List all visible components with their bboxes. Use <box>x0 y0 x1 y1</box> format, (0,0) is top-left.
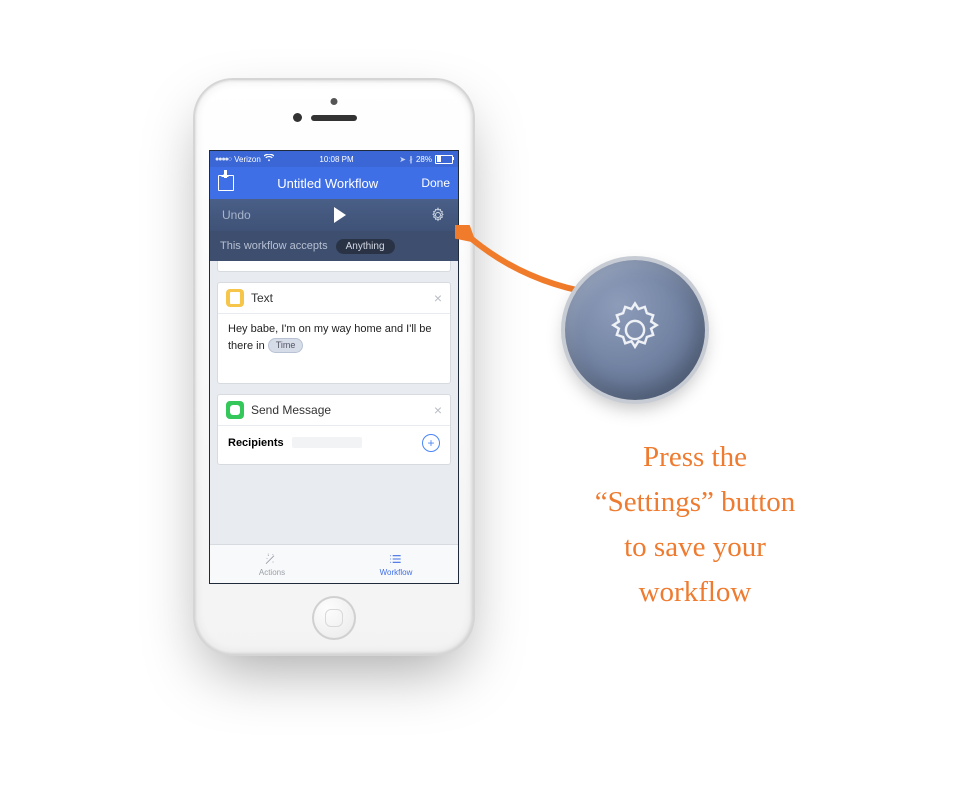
play-icon[interactable] <box>334 207 346 223</box>
text-action-icon <box>226 289 244 307</box>
tab-label: Actions <box>259 568 285 577</box>
home-button[interactable] <box>312 596 356 640</box>
share-icon[interactable] <box>218 175 234 191</box>
card-title: Send Message <box>251 403 427 417</box>
messages-app-icon <box>226 401 244 419</box>
list-icon <box>388 552 404 566</box>
gear-icon <box>600 295 670 365</box>
add-recipient-button[interactable]: + <box>422 434 440 452</box>
text-card-body[interactable]: Hey babe, I'm on my way home and I'll be… <box>218 314 450 383</box>
editor-toolbar: Undo <box>210 199 458 231</box>
location-icon: ➤ <box>399 155 406 164</box>
nav-header: Untitled Workflow Done <box>210 167 458 199</box>
caption-line: Press the <box>535 435 855 480</box>
status-bar: ●●●●○ Verizon 10:08 PM ➤ ∦ 28% <box>210 151 458 167</box>
battery-pct-label: 28% <box>416 155 432 164</box>
workflow-title[interactable]: Untitled Workflow <box>277 176 378 191</box>
close-icon[interactable]: × <box>434 403 442 417</box>
proximity-sensor <box>331 98 338 105</box>
text-content: Hey babe, I'm on my way home and I'll be… <box>228 323 432 352</box>
phone-device-frame: ●●●●○ Verizon 10:08 PM ➤ ∦ 28% Untitled <box>195 80 473 654</box>
accepts-bar: This workflow accepts Anything <box>210 231 458 261</box>
previous-card-stub <box>217 261 451 272</box>
wifi-icon <box>264 154 274 164</box>
clock-label: 10:08 PM <box>319 155 353 164</box>
done-button[interactable]: Done <box>421 176 450 190</box>
tab-actions[interactable]: Actions <box>210 545 334 583</box>
bluetooth-icon: ∦ <box>409 155 413 164</box>
variable-token-time[interactable]: Time <box>268 338 304 353</box>
recipient-redacted <box>292 437 362 448</box>
settings-callout-bubble <box>565 260 705 400</box>
caption-line: “Settings” button <box>535 480 855 525</box>
recipients-label: Recipients <box>228 437 284 449</box>
workflow-canvas[interactable]: Text × Hey babe, I'm on my way home and … <box>210 261 458 545</box>
card-title: Text <box>251 291 427 305</box>
signal-dots-icon: ●●●●○ <box>215 156 231 163</box>
carrier-label: Verizon <box>234 155 261 164</box>
undo-button[interactable]: Undo <box>222 208 251 222</box>
action-card-send-message[interactable]: Send Message × Recipients + <box>217 394 451 465</box>
bottom-tab-bar: Actions Workflow <box>210 544 458 583</box>
wand-icon <box>264 552 280 566</box>
caption-line: workflow <box>535 570 855 615</box>
phone-screen: ●●●●○ Verizon 10:08 PM ➤ ∦ 28% Untitled <box>209 150 459 584</box>
action-card-text[interactable]: Text × Hey babe, I'm on my way home and … <box>217 282 451 384</box>
tab-label: Workflow <box>380 568 413 577</box>
close-icon[interactable]: × <box>434 291 442 305</box>
earpiece <box>311 115 357 121</box>
front-camera <box>293 113 302 122</box>
battery-icon <box>435 155 453 164</box>
settings-button[interactable] <box>430 207 446 223</box>
accepts-value[interactable]: Anything <box>336 239 395 254</box>
caption-line: to save your <box>535 525 855 570</box>
accepts-prefix: This workflow accepts <box>220 240 328 252</box>
tab-workflow[interactable]: Workflow <box>334 545 458 583</box>
gear-icon <box>430 207 446 223</box>
annotation-caption: Press the “Settings” button to save your… <box>535 435 855 615</box>
